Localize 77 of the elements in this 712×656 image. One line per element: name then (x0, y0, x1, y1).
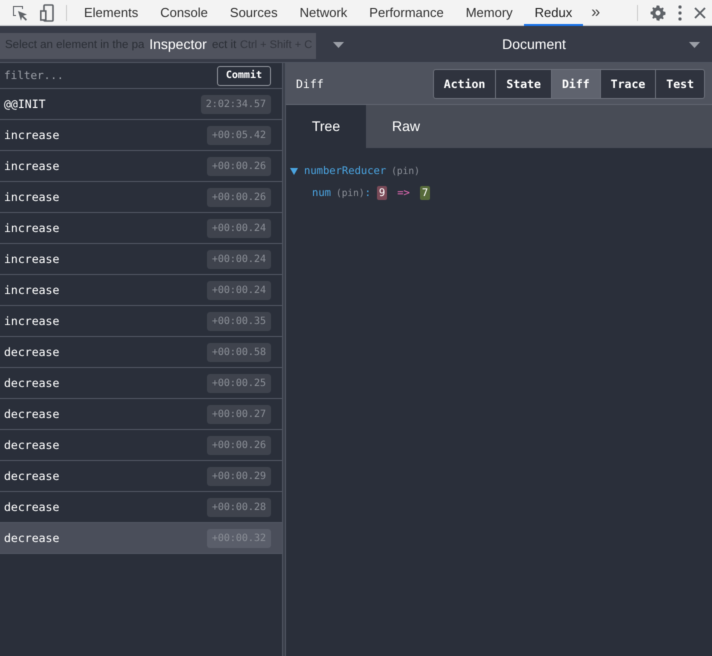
action-name: decrease (4, 469, 60, 483)
action-name: decrease (4, 438, 60, 452)
action-time: +00:00.26 (206, 188, 271, 206)
settings-icon[interactable] (650, 4, 666, 20)
action-name: decrease (4, 345, 60, 359)
caret-icon[interactable] (689, 42, 700, 48)
view-tab[interactable]: Raw (366, 105, 446, 148)
action-item[interactable]: increase +00:05.42 (0, 120, 282, 151)
action-time: +00:00.26 (206, 436, 271, 454)
action-name: increase (4, 159, 60, 173)
action-item[interactable]: increase +00:00.26 (0, 151, 282, 182)
devtools-tab[interactable]: Console (149, 0, 219, 26)
action-name: increase (4, 221, 60, 235)
device-icon[interactable] (40, 4, 54, 22)
action-item[interactable]: decrease +00:00.29 (0, 461, 282, 492)
action-name: @@INIT (4, 97, 46, 111)
action-time: +00:00.24 (206, 250, 271, 268)
devtools-tab[interactable]: Performance (358, 0, 455, 26)
action-name: decrease (4, 500, 60, 514)
action-name: decrease (4, 407, 60, 421)
inspect-cursor-icon[interactable] (12, 4, 28, 20)
colon-text: : (364, 187, 371, 199)
detail-title: Diff (296, 76, 324, 90)
action-time: +00:00.24 (206, 280, 271, 300)
detail-tab[interactable]: Diff (550, 70, 600, 98)
action-name: decrease (4, 531, 60, 545)
action-name: decrease (4, 376, 60, 390)
action-name: increase (4, 190, 60, 204)
detail-tab[interactable]: Action (434, 70, 496, 98)
action-item[interactable]: @@INIT 2:02:34.57 (0, 89, 282, 120)
monitor-selector[interactable]: Document (502, 36, 566, 52)
action-time: +00:00.28 (206, 498, 271, 516)
devtools-tab[interactable]: Memory (454, 0, 524, 26)
action-time: +00:00.58 (206, 342, 271, 362)
detail-tab[interactable]: Test (655, 70, 704, 98)
new-value: 7 (420, 186, 430, 200)
caret-icon[interactable] (333, 42, 344, 48)
action-time: +00:00.35 (206, 312, 271, 330)
action-item[interactable]: increase +00:00.24 (0, 275, 282, 306)
devtools-tab[interactable]: Sources (218, 0, 289, 26)
view-tab[interactable]: Tree (286, 105, 366, 148)
detail-tab[interactable]: State (495, 70, 551, 98)
tree-tag: (pin) (391, 166, 420, 176)
close-icon[interactable] (694, 6, 706, 18)
action-time: +00:05.42 (206, 126, 271, 144)
action-item[interactable]: increase +00:00.24 (0, 213, 282, 244)
expand-arrow-icon[interactable] (290, 168, 298, 174)
action-name: increase (4, 283, 60, 297)
action-item[interactable]: decrease +00:00.25 (0, 368, 282, 399)
action-name: increase (4, 252, 60, 266)
monitor-selector[interactable]: Inspector (149, 36, 207, 52)
filter-field[interactable]: filter... (4, 69, 154, 82)
action-time: +00:00.25 (206, 374, 271, 392)
commit-button[interactable]: Commit (216, 66, 271, 86)
action-time: +00:00.24 (206, 218, 271, 238)
devtools-tab[interactable]: Network (288, 0, 358, 26)
more-tabs-button[interactable]: » (583, 0, 608, 24)
action-item[interactable]: increase +00:00.35 (0, 306, 282, 337)
action-name: increase (4, 128, 60, 142)
action-item[interactable]: increase +00:00.26 (0, 182, 282, 213)
tree-key: num (312, 187, 331, 199)
change-arrow: => (397, 187, 410, 199)
action-time: 2:02:34.57 (200, 94, 271, 114)
action-name: increase (4, 314, 60, 328)
detail-tab[interactable]: Trace (600, 70, 656, 98)
menu-icon[interactable] (678, 4, 682, 20)
action-item[interactable]: decrease +00:00.58 (0, 337, 282, 368)
action-item[interactable]: decrease +00:00.26 (0, 430, 282, 461)
tree-key: numberReducer (304, 165, 386, 177)
tree-tag: (pin) (336, 188, 365, 198)
action-item[interactable]: decrease +00:00.27 (0, 399, 282, 430)
action-time: +00:00.29 (206, 466, 271, 486)
action-item[interactable]: increase +00:00.24 (0, 244, 282, 275)
devtools-tab[interactable]: Elements (73, 0, 150, 26)
action-time: +00:00.26 (206, 156, 271, 176)
old-value: 9 (376, 186, 388, 200)
action-time: +00:00.27 (206, 404, 271, 424)
